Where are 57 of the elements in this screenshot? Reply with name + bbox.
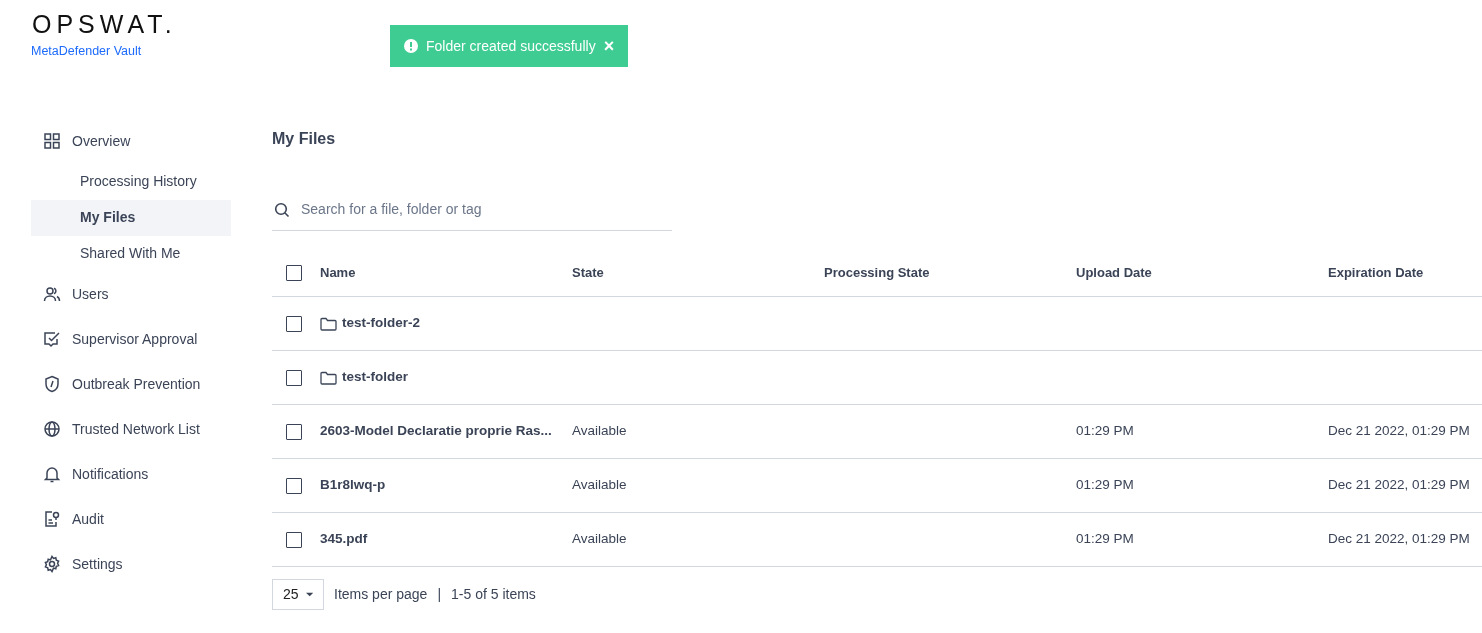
table-cell: 01:29 PM (1076, 423, 1134, 439)
search-icon (274, 201, 290, 218)
grid-icon (43, 132, 61, 151)
toast-message: Folder created successfully (426, 36, 596, 56)
product-name: MetaDefender Vault (31, 43, 143, 60)
sidebar-item[interactable]: Users (31, 271, 231, 317)
table-cell: 01:29 PM (1076, 477, 1134, 493)
folder-icon (320, 316, 337, 331)
folder-name[interactable]: test-folder (342, 367, 408, 388)
table-cell: Available (572, 477, 627, 493)
table-cell: Available (572, 423, 627, 439)
table-cell: Dec 21 2022, 01:29 PM (1328, 531, 1470, 547)
checked-message-icon (43, 330, 61, 349)
sidebar-item[interactable]: Settings (31, 541, 231, 587)
column-header: Processing State (824, 264, 931, 283)
info-icon (404, 39, 418, 53)
sidebar-subitem[interactable]: My Files (31, 199, 231, 236)
checkbox[interactable] (286, 477, 302, 494)
checkbox[interactable] (286, 369, 302, 386)
table-cell: Dec 21 2022, 01:29 PM (1328, 423, 1470, 439)
shield-icon (43, 375, 61, 394)
sidebar-subitem[interactable]: Shared With Me (31, 235, 231, 272)
table-cell: 01:29 PM (1076, 531, 1134, 547)
globe-icon (43, 420, 61, 439)
sidebar-item[interactable]: Supervisor Approval (31, 316, 231, 362)
sidebar-item[interactable]: Audit (31, 496, 231, 542)
folder-name[interactable]: test-folder-2 (342, 313, 420, 334)
checkbox[interactable] (286, 531, 302, 548)
sidebar-item[interactable]: Outbreak Prevention (31, 361, 231, 407)
item-range: 1-5 of 5 items (451, 585, 536, 604)
file-name[interactable]: B1r8lwq-p (320, 475, 386, 496)
table-cell: Available (572, 531, 627, 547)
page-title: My Files (272, 129, 337, 149)
column-header: Name (320, 264, 357, 283)
file-name[interactable]: 2603-Model Declaratie proprie Ras... (320, 421, 552, 442)
checkbox[interactable] (286, 423, 302, 440)
checkbox[interactable] (286, 315, 302, 332)
column-header: State (572, 264, 605, 283)
separator: | (437, 585, 442, 604)
items-per-page-label: Items per page (334, 585, 428, 604)
sidebar-subitem[interactable]: Processing History (31, 163, 231, 200)
column-header: Upload Date (1076, 264, 1153, 283)
table-cell: Dec 21 2022, 01:29 PM (1328, 477, 1470, 493)
logo: OPSWAT. (32, 12, 178, 37)
sidebar-item[interactable]: Overview (31, 118, 231, 164)
file-name[interactable]: 345.pdf (320, 529, 368, 550)
checkbox[interactable] (286, 265, 302, 281)
folder-icon (320, 370, 337, 385)
sidebar-item[interactable]: Notifications (31, 451, 231, 497)
bell-icon (43, 465, 61, 484)
page-size-dropdown[interactable]: 25 (272, 579, 324, 610)
column-header: Expiration Date (1328, 264, 1425, 283)
sidebar-item[interactable]: Trusted Network List (31, 406, 231, 452)
users-icon (43, 285, 61, 304)
document-icon (43, 510, 61, 529)
caret-icon (305, 592, 313, 597)
settings-icon (43, 555, 61, 574)
